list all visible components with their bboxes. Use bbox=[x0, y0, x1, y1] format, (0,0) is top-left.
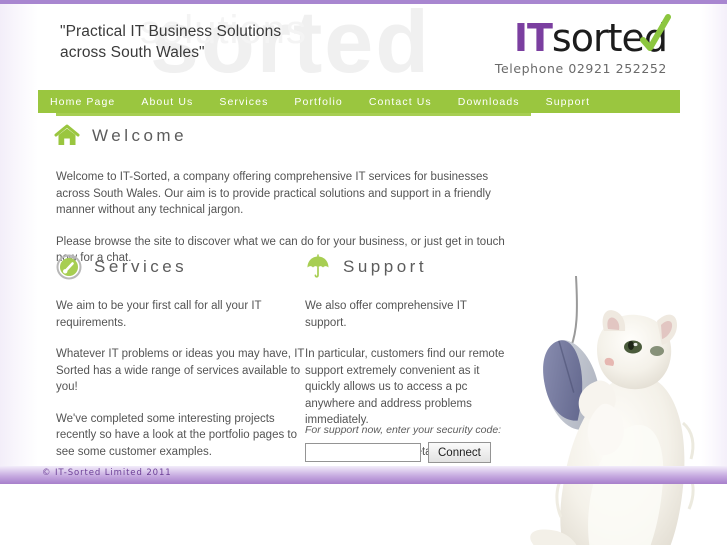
site-logo[interactable]: IT sorted Telephone 02921 252252 bbox=[437, 14, 671, 76]
services-title: Services bbox=[94, 257, 188, 276]
page-root: sorted solutions "Practical IT Business … bbox=[0, 0, 727, 545]
nav-item-services[interactable]: Services bbox=[219, 96, 268, 108]
support-heading: Support bbox=[305, 254, 505, 280]
support-paragraph-2: In particular, customers find our remote… bbox=[305, 348, 505, 426]
services-body: We aim to be your first call for all you… bbox=[56, 298, 306, 460]
support-paragraph-1: We also offer comprehensive IT support. bbox=[305, 300, 467, 329]
wrench-circle-icon bbox=[56, 254, 82, 280]
support-title: Support bbox=[343, 257, 428, 276]
site-tagline: "Practical IT Business Solutions across … bbox=[60, 23, 282, 61]
welcome-divider bbox=[56, 113, 531, 116]
connect-button[interactable]: Connect bbox=[428, 442, 491, 463]
services-paragraph-1: We aim to be your first call for all you… bbox=[56, 300, 262, 329]
nav-item-downloads[interactable]: Downloads bbox=[458, 96, 520, 108]
kitten-with-mouse-image bbox=[505, 273, 710, 545]
security-code-input[interactable] bbox=[305, 443, 421, 462]
logo-wordmark: IT sorted bbox=[437, 14, 671, 60]
services-paragraph-2: Whatever IT problems or ideas you may ha… bbox=[56, 348, 305, 393]
welcome-title: Welcome bbox=[92, 126, 188, 145]
logo-phone-number: Telephone 02921 252252 bbox=[494, 61, 667, 76]
main-navigation: Home Page About Us Services Portfolio Co… bbox=[38, 90, 680, 113]
main-content: Welcome Welcome to IT-Sorted, a company … bbox=[0, 113, 727, 545]
security-code-label: For support now, enter your security cod… bbox=[305, 424, 502, 436]
umbrella-icon bbox=[307, 254, 329, 278]
home-icon bbox=[54, 124, 80, 145]
logo-it-text: IT bbox=[513, 16, 553, 60]
nav-item-support[interactable]: Support bbox=[546, 96, 590, 108]
services-paragraph-3: We've completed some interesting project… bbox=[56, 412, 298, 458]
nav-item-about-us[interactable]: About Us bbox=[141, 96, 193, 108]
services-column: Services We aim to be your first call fo… bbox=[56, 254, 306, 475]
services-heading: Services bbox=[56, 254, 306, 280]
nav-item-portfolio[interactable]: Portfolio bbox=[294, 96, 342, 108]
welcome-paragraph-1: Welcome to IT-Sorted, a company offering… bbox=[56, 171, 491, 216]
site-header: sorted solutions "Practical IT Business … bbox=[0, 4, 727, 90]
security-code-row: Connect bbox=[305, 442, 505, 463]
footer-copyright: © IT-Sorted Limited 2011 bbox=[42, 468, 172, 478]
green-checkmark-icon bbox=[640, 14, 671, 51]
nav-item-contact-us[interactable]: Contact Us bbox=[369, 96, 432, 108]
security-code-form: For support now, enter your security cod… bbox=[305, 424, 505, 463]
welcome-heading: Welcome bbox=[54, 124, 187, 148]
nav-item-home-page[interactable]: Home Page bbox=[50, 96, 115, 108]
